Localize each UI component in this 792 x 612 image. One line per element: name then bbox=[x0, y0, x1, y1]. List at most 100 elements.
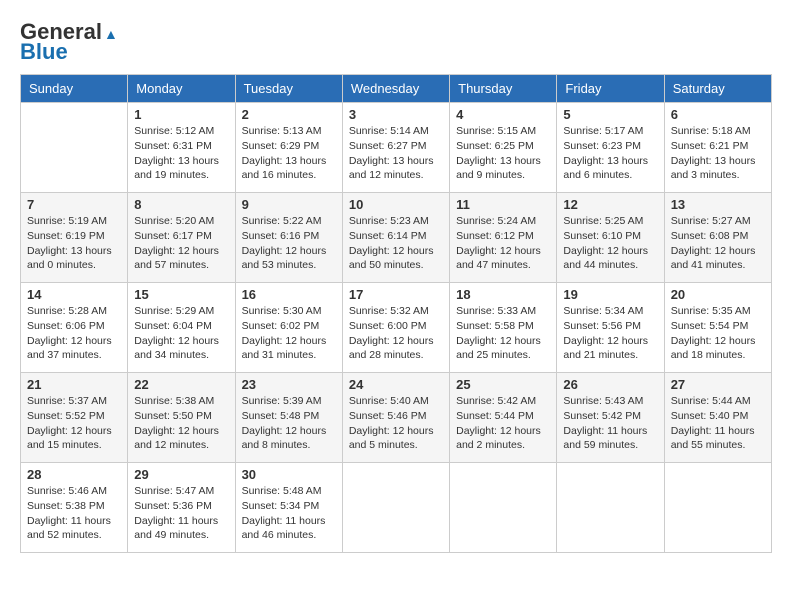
calendar-cell: 6 Sunrise: 5:18 AM Sunset: 6:21 PM Daylig… bbox=[664, 103, 771, 193]
calendar-cell: 19 Sunrise: 5:34 AM Sunset: 5:56 PM Dayli… bbox=[557, 283, 664, 373]
calendar-week-row: 14 Sunrise: 5:28 AM Sunset: 6:06 PM Dayli… bbox=[21, 283, 772, 373]
day-info: Sunrise: 5:34 AM Sunset: 5:56 PM Dayligh… bbox=[563, 304, 657, 363]
calendar-cell bbox=[664, 463, 771, 553]
calendar-cell: 21 Sunrise: 5:37 AM Sunset: 5:52 PM Dayli… bbox=[21, 373, 128, 463]
day-number: 25 bbox=[456, 377, 550, 392]
calendar-cell: 1 Sunrise: 5:12 AM Sunset: 6:31 PM Daylig… bbox=[128, 103, 235, 193]
calendar-week-row: 21 Sunrise: 5:37 AM Sunset: 5:52 PM Dayli… bbox=[21, 373, 772, 463]
page-header: General▲ Blue bbox=[20, 20, 772, 64]
day-number: 9 bbox=[242, 197, 336, 212]
day-number: 7 bbox=[27, 197, 121, 212]
day-info: Sunrise: 5:13 AM Sunset: 6:29 PM Dayligh… bbox=[242, 124, 336, 183]
day-number: 17 bbox=[349, 287, 443, 302]
calendar-cell bbox=[342, 463, 449, 553]
column-header-wednesday: Wednesday bbox=[342, 75, 449, 103]
column-header-tuesday: Tuesday bbox=[235, 75, 342, 103]
day-info: Sunrise: 5:42 AM Sunset: 5:44 PM Dayligh… bbox=[456, 394, 550, 453]
day-number: 3 bbox=[349, 107, 443, 122]
day-info: Sunrise: 5:44 AM Sunset: 5:40 PM Dayligh… bbox=[671, 394, 765, 453]
day-number: 20 bbox=[671, 287, 765, 302]
day-info: Sunrise: 5:25 AM Sunset: 6:10 PM Dayligh… bbox=[563, 214, 657, 273]
calendar-week-row: 7 Sunrise: 5:19 AM Sunset: 6:19 PM Daylig… bbox=[21, 193, 772, 283]
day-number: 6 bbox=[671, 107, 765, 122]
day-number: 23 bbox=[242, 377, 336, 392]
day-number: 14 bbox=[27, 287, 121, 302]
calendar-cell: 12 Sunrise: 5:25 AM Sunset: 6:10 PM Dayli… bbox=[557, 193, 664, 283]
day-info: Sunrise: 5:20 AM Sunset: 6:17 PM Dayligh… bbox=[134, 214, 228, 273]
day-number: 1 bbox=[134, 107, 228, 122]
logo-blue: Blue bbox=[20, 40, 68, 64]
calendar-cell: 27 Sunrise: 5:44 AM Sunset: 5:40 PM Dayli… bbox=[664, 373, 771, 463]
day-info: Sunrise: 5:37 AM Sunset: 5:52 PM Dayligh… bbox=[27, 394, 121, 453]
calendar-cell: 14 Sunrise: 5:28 AM Sunset: 6:06 PM Dayli… bbox=[21, 283, 128, 373]
calendar-cell: 18 Sunrise: 5:33 AM Sunset: 5:58 PM Dayli… bbox=[450, 283, 557, 373]
calendar-cell: 17Sunrise: 5:32 AM Sunset: 6:00 PM Dayli… bbox=[342, 283, 449, 373]
calendar-cell: 26Sunrise: 5:43 AM Sunset: 5:42 PM Dayli… bbox=[557, 373, 664, 463]
calendar-cell: 3 Sunrise: 5:14 AM Sunset: 6:27 PM Daylig… bbox=[342, 103, 449, 193]
calendar-cell bbox=[21, 103, 128, 193]
day-info: Sunrise: 5:33 AM Sunset: 5:58 PM Dayligh… bbox=[456, 304, 550, 363]
day-info: Sunrise: 5:18 AM Sunset: 6:21 PM Dayligh… bbox=[671, 124, 765, 183]
day-info: Sunrise: 5:29 AM Sunset: 6:04 PM Dayligh… bbox=[134, 304, 228, 363]
day-number: 11 bbox=[456, 197, 550, 212]
calendar-header-row: SundayMondayTuesdayWednesdayThursdayFrid… bbox=[21, 75, 772, 103]
column-header-saturday: Saturday bbox=[664, 75, 771, 103]
calendar-cell: 9 Sunrise: 5:22 AM Sunset: 6:16 PM Daylig… bbox=[235, 193, 342, 283]
day-number: 18 bbox=[456, 287, 550, 302]
day-info: Sunrise: 5:12 AM Sunset: 6:31 PM Dayligh… bbox=[134, 124, 228, 183]
day-info: Sunrise: 5:28 AM Sunset: 6:06 PM Dayligh… bbox=[27, 304, 121, 363]
day-number: 21 bbox=[27, 377, 121, 392]
calendar-cell: 8 Sunrise: 5:20 AM Sunset: 6:17 PM Daylig… bbox=[128, 193, 235, 283]
calendar-cell: 22Sunrise: 5:38 AM Sunset: 5:50 PM Dayli… bbox=[128, 373, 235, 463]
day-info: Sunrise: 5:46 AM Sunset: 5:38 PM Dayligh… bbox=[27, 484, 121, 543]
day-number: 19 bbox=[563, 287, 657, 302]
day-number: 16 bbox=[242, 287, 336, 302]
day-number: 15 bbox=[134, 287, 228, 302]
day-info: Sunrise: 5:40 AM Sunset: 5:46 PM Dayligh… bbox=[349, 394, 443, 453]
calendar-cell: 5 Sunrise: 5:17 AM Sunset: 6:23 PM Daylig… bbox=[557, 103, 664, 193]
day-number: 28 bbox=[27, 467, 121, 482]
calendar-cell: 16 Sunrise: 5:30 AM Sunset: 6:02 PM Dayli… bbox=[235, 283, 342, 373]
day-info: Sunrise: 5:48 AM Sunset: 5:34 PM Dayligh… bbox=[242, 484, 336, 543]
day-info: Sunrise: 5:19 AM Sunset: 6:19 PM Dayligh… bbox=[27, 214, 121, 273]
calendar-cell bbox=[450, 463, 557, 553]
day-info: Sunrise: 5:24 AM Sunset: 6:12 PM Dayligh… bbox=[456, 214, 550, 273]
calendar-cell: 13 Sunrise: 5:27 AM Sunset: 6:08 PM Dayli… bbox=[664, 193, 771, 283]
calendar-cell bbox=[557, 463, 664, 553]
day-info: Sunrise: 5:47 AM Sunset: 5:36 PM Dayligh… bbox=[134, 484, 228, 543]
day-info: Sunrise: 5:30 AM Sunset: 6:02 PM Dayligh… bbox=[242, 304, 336, 363]
day-info: Sunrise: 5:14 AM Sunset: 6:27 PM Dayligh… bbox=[349, 124, 443, 183]
calendar-cell: 7 Sunrise: 5:19 AM Sunset: 6:19 PM Daylig… bbox=[21, 193, 128, 283]
day-info: Sunrise: 5:27 AM Sunset: 6:08 PM Dayligh… bbox=[671, 214, 765, 273]
column-header-monday: Monday bbox=[128, 75, 235, 103]
day-number: 13 bbox=[671, 197, 765, 212]
day-info: Sunrise: 5:22 AM Sunset: 6:16 PM Dayligh… bbox=[242, 214, 336, 273]
day-number: 5 bbox=[563, 107, 657, 122]
day-info: Sunrise: 5:23 AM Sunset: 6:14 PM Dayligh… bbox=[349, 214, 443, 273]
day-info: Sunrise: 5:17 AM Sunset: 6:23 PM Dayligh… bbox=[563, 124, 657, 183]
calendar-cell: 20 Sunrise: 5:35 AM Sunset: 5:54 PM Dayli… bbox=[664, 283, 771, 373]
day-number: 12 bbox=[563, 197, 657, 212]
calendar-cell: 4 Sunrise: 5:15 AM Sunset: 6:25 PM Daylig… bbox=[450, 103, 557, 193]
calendar-week-row: 28 Sunrise: 5:46 AM Sunset: 5:38 PM Dayli… bbox=[21, 463, 772, 553]
day-number: 27 bbox=[671, 377, 765, 392]
calendar-cell: 29 Sunrise: 5:47 AM Sunset: 5:36 PM Dayli… bbox=[128, 463, 235, 553]
day-number: 4 bbox=[456, 107, 550, 122]
day-info: Sunrise: 5:35 AM Sunset: 5:54 PM Dayligh… bbox=[671, 304, 765, 363]
day-number: 8 bbox=[134, 197, 228, 212]
day-number: 29 bbox=[134, 467, 228, 482]
calendar-cell: 30 Sunrise: 5:48 AM Sunset: 5:34 PM Dayli… bbox=[235, 463, 342, 553]
day-number: 2 bbox=[242, 107, 336, 122]
day-info: Sunrise: 5:15 AM Sunset: 6:25 PM Dayligh… bbox=[456, 124, 550, 183]
calendar-cell: 2 Sunrise: 5:13 AM Sunset: 6:29 PM Daylig… bbox=[235, 103, 342, 193]
day-number: 26 bbox=[563, 377, 657, 392]
calendar-cell: 28 Sunrise: 5:46 AM Sunset: 5:38 PM Dayli… bbox=[21, 463, 128, 553]
calendar-table: SundayMondayTuesdayWednesdayThursdayFrid… bbox=[20, 74, 772, 553]
calendar-cell: 24Sunrise: 5:40 AM Sunset: 5:46 PM Dayli… bbox=[342, 373, 449, 463]
day-number: 30 bbox=[242, 467, 336, 482]
calendar-cell: 15 Sunrise: 5:29 AM Sunset: 6:04 PM Dayli… bbox=[128, 283, 235, 373]
calendar-cell: 11 Sunrise: 5:24 AM Sunset: 6:12 PM Dayli… bbox=[450, 193, 557, 283]
calendar-cell: 10Sunrise: 5:23 AM Sunset: 6:14 PM Dayli… bbox=[342, 193, 449, 283]
column-header-friday: Friday bbox=[557, 75, 664, 103]
column-header-sunday: Sunday bbox=[21, 75, 128, 103]
